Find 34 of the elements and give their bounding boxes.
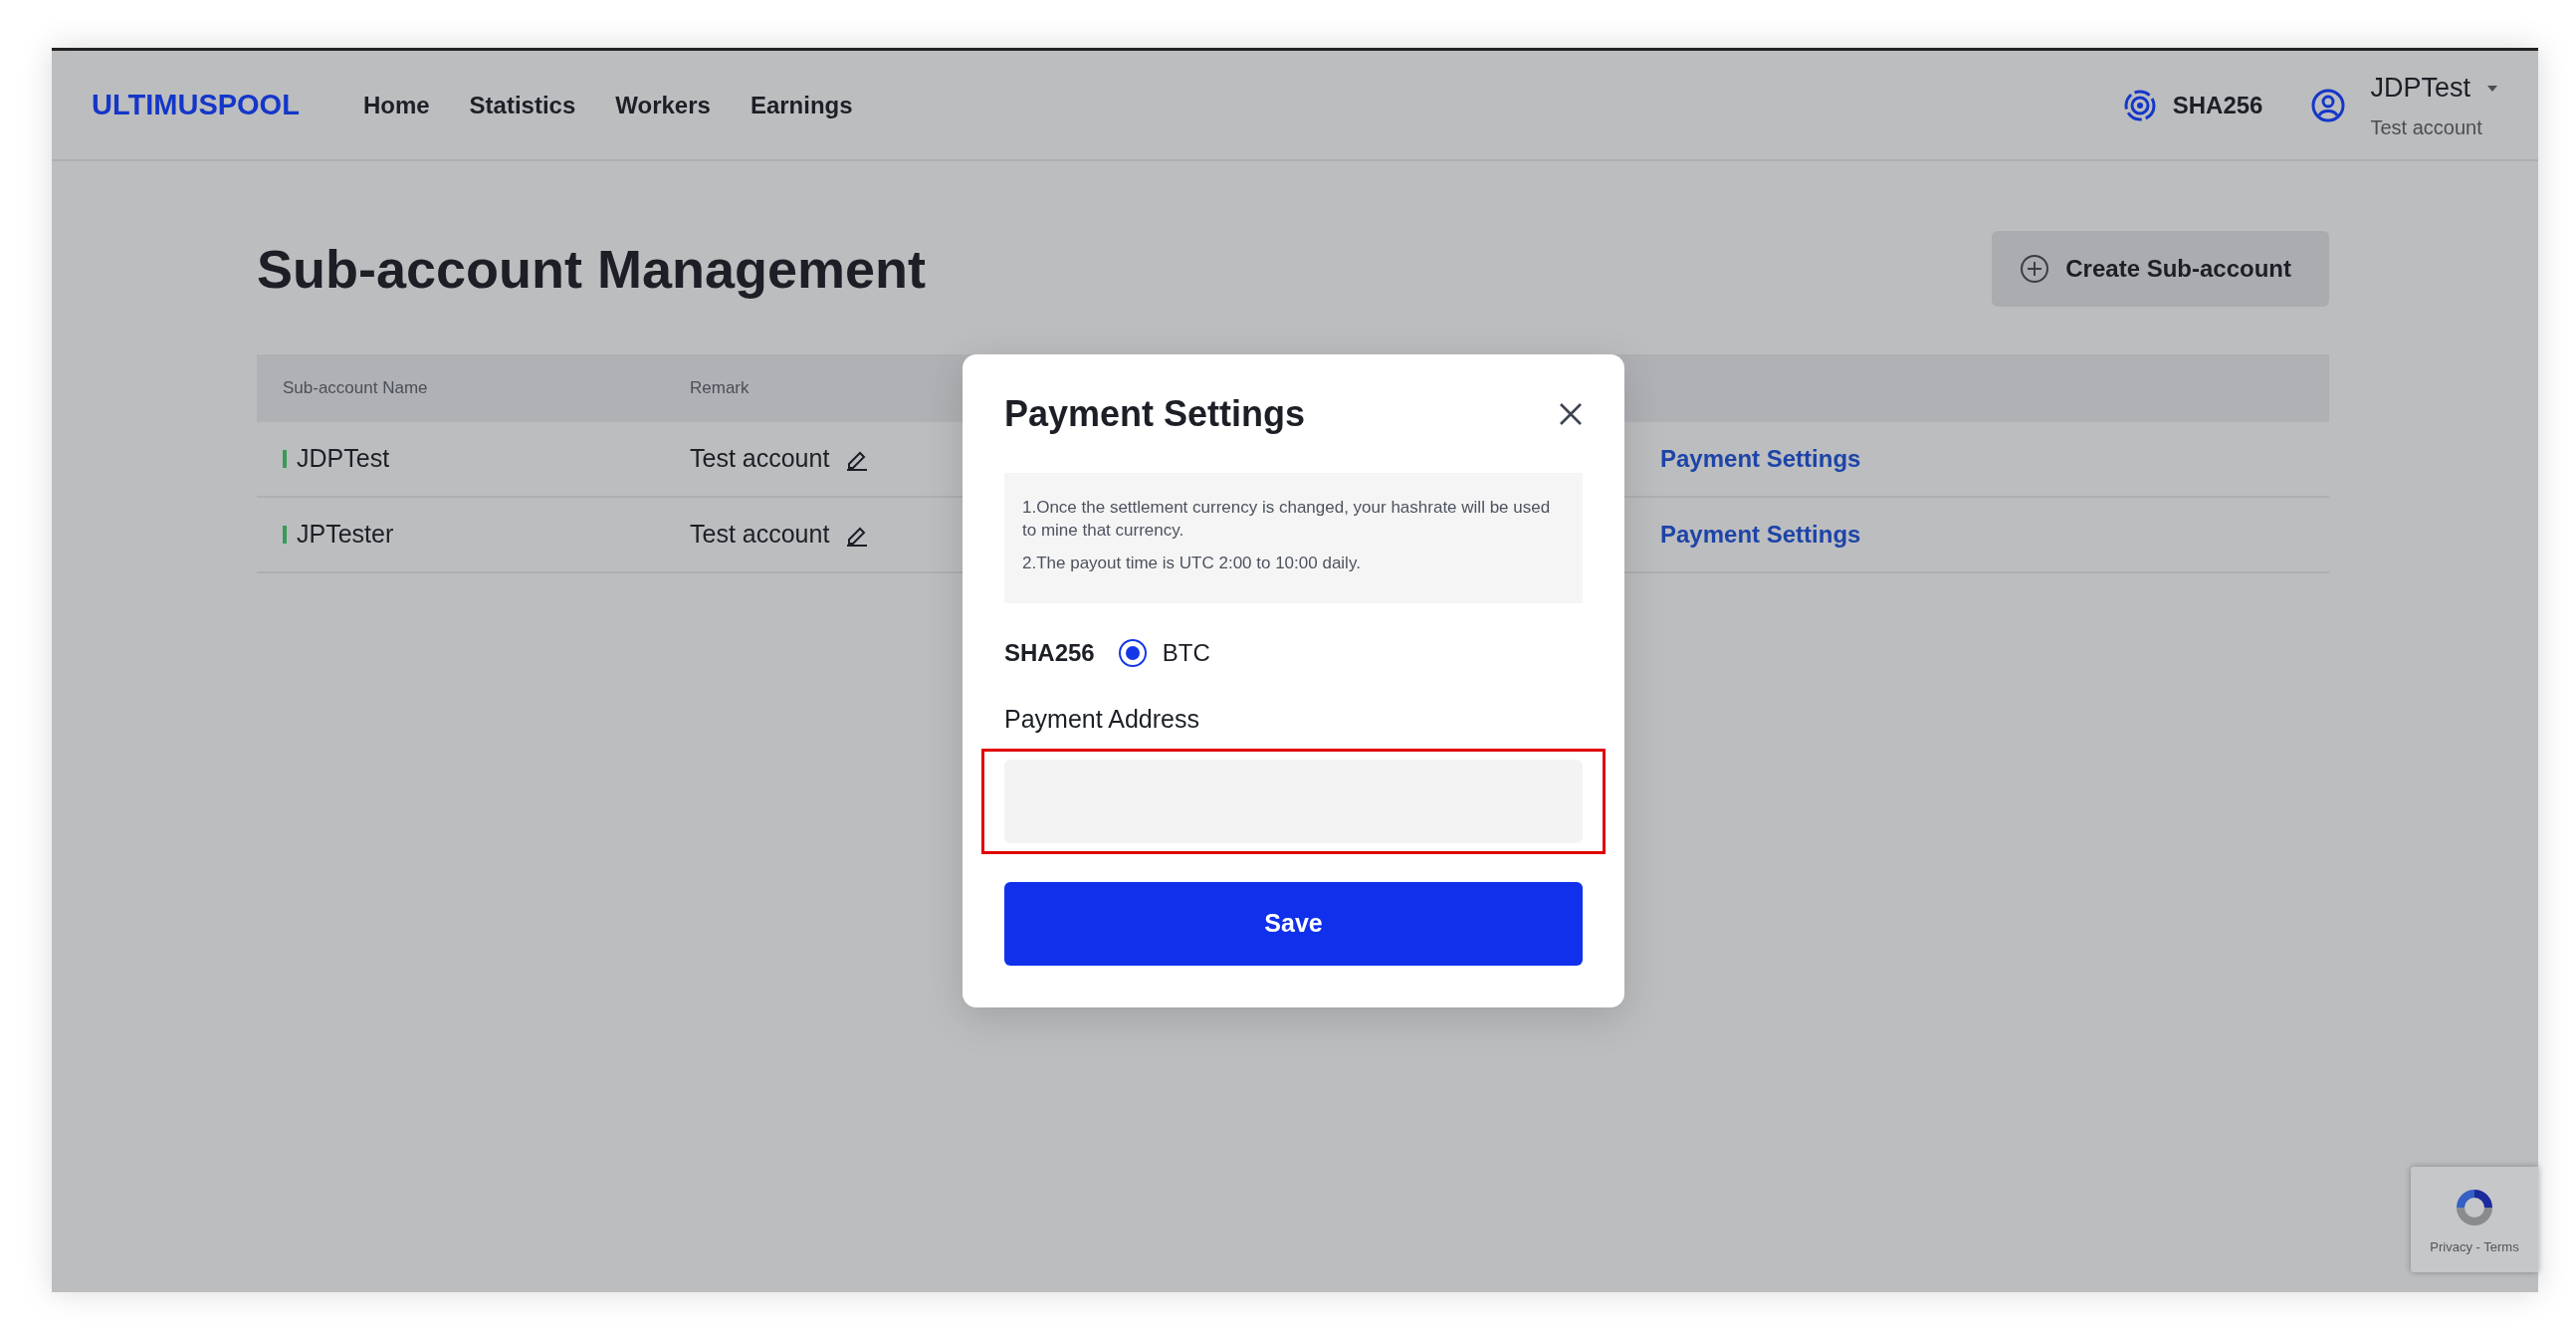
payment-settings-link[interactable]: Payment Settings <box>1660 517 1861 553</box>
privacy-terms-text[interactable]: Privacy - Terms <box>2430 1237 2519 1257</box>
save-button[interactable]: Save <box>1004 881 1583 966</box>
remark-text: Test account <box>690 519 830 551</box>
close-icon[interactable] <box>1559 401 1583 426</box>
column-header: Remark <box>690 377 751 400</box>
user-icon[interactable] <box>2310 87 2347 123</box>
caret-icon[interactable] <box>2486 84 2498 93</box>
dialog-title: Payment Settings <box>1004 392 1306 436</box>
user-name[interactable]: JDPTest <box>2370 68 2470 109</box>
page-title: Sub-account Management <box>257 237 927 301</box>
notice-text: 2.The payout time is UTC 2:00 to 10:00 daily. <box>1022 553 1362 575</box>
target-icon <box>2122 88 2157 122</box>
logo[interactable]: ULTIMUSPOOL <box>92 83 300 127</box>
sub-account-name: JDPTest <box>297 443 390 475</box>
nav-link[interactable]: Statistics <box>469 87 576 123</box>
payment-settings-link[interactable]: Payment Settings <box>1660 441 1861 477</box>
sub-account-name: JPTester <box>297 519 394 551</box>
status-bar <box>283 526 287 544</box>
field-label: Payment Address <box>1004 704 1200 735</box>
currency-option[interactable]: BTC <box>1162 635 1210 671</box>
account-subtitle: Test account <box>2370 114 2483 140</box>
radio-button[interactable] <box>1118 639 1147 667</box>
remark-text: Test account <box>690 443 830 475</box>
notice-text: 1.Once the settlement currency is changed, your hashrate will be used to mine that currency. <box>1022 497 1552 543</box>
algorithm-label: SHA256 <box>1004 638 1095 668</box>
column-header: Sub-account Name <box>282 377 429 400</box>
create-sub-account-button[interactable]: Create Sub-account <box>1992 231 2329 307</box>
nav-link[interactable]: Home <box>362 87 430 123</box>
nav-link[interactable]: Earnings <box>750 87 853 123</box>
status-bar <box>283 450 287 468</box>
plus-circle-icon[interactable] <box>2020 254 2050 284</box>
algorithm-label[interactable]: SHA256 <box>2172 87 2263 123</box>
nav-link[interactable]: Workers <box>615 87 711 123</box>
